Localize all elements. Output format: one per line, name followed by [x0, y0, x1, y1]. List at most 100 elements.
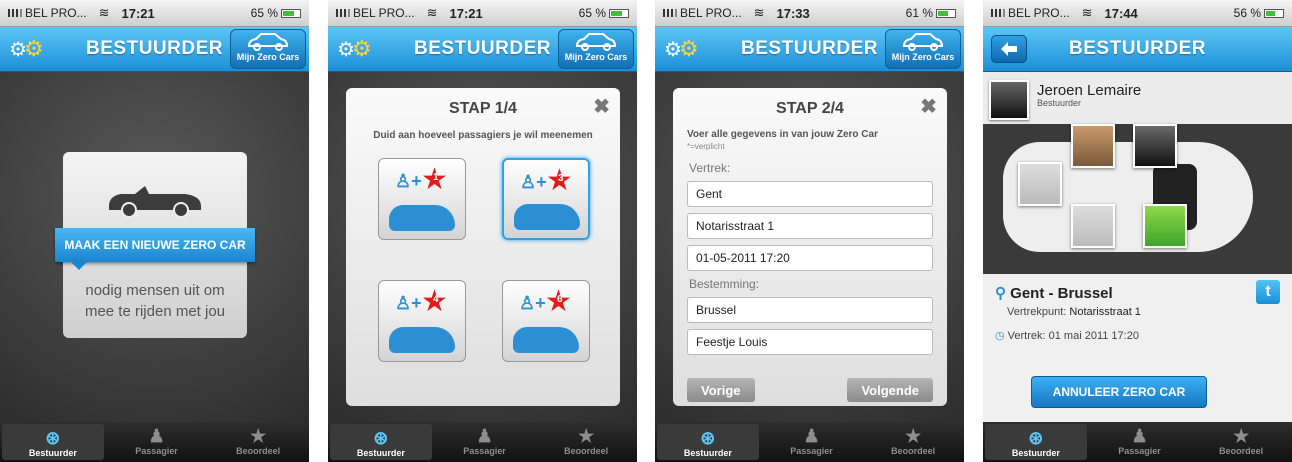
- tab-bestuurder[interactable]: ⊛ Bestuurder: [985, 424, 1087, 460]
- tab-label: Passagier: [1118, 446, 1161, 456]
- group-people-icon: ♟: [1131, 426, 1148, 446]
- departure-label: Vertrek:: [1007, 330, 1046, 342]
- driver-role: Bestuurder: [1037, 98, 1082, 108]
- new-zero-car-card[interactable]: MAAK EEN NIEUWE ZERO CAR nodig mensen ui…: [55, 152, 255, 338]
- empty-seat-avatar[interactable]: [1071, 204, 1115, 248]
- car-outline-icon: [247, 33, 289, 51]
- group-people-icon: ♟: [476, 426, 493, 446]
- tab-label: Beoordeel: [1219, 446, 1264, 456]
- clock-time: 17:21: [449, 5, 483, 21]
- new-zero-car-banner[interactable]: MAAK EEN NIEUWE ZERO CAR: [55, 228, 255, 270]
- route-text: Gent - Brussel: [1010, 285, 1113, 302]
- tab-bestuurder[interactable]: ⊛ Bestuurder: [2, 424, 104, 460]
- tab-label: Passagier: [463, 446, 506, 456]
- steering-wheel-icon: ⊛: [373, 428, 389, 448]
- tab-beoordeel[interactable]: ★ Beoordeel: [862, 422, 964, 462]
- my-zero-cars-label: Mijn Zero Cars: [891, 52, 955, 62]
- page-title: BESTUURDER: [86, 38, 223, 59]
- star-icon: ★: [578, 426, 595, 446]
- cancel-zero-car-button[interactable]: ANNULEER ZERO CAR: [1031, 376, 1207, 408]
- person-plus-icon: ♙+: [395, 171, 422, 191]
- status-bar: BEL PRO... ≋ 17:44 56 %: [983, 0, 1292, 27]
- departure-city-field[interactable]: Gent: [687, 181, 933, 207]
- wifi-icon: ≋: [98, 5, 110, 20]
- car-icon: [389, 327, 455, 353]
- back-button[interactable]: [991, 35, 1027, 63]
- battery-percent: 56 %: [1233, 6, 1261, 20]
- cartoon-passenger-avatar[interactable]: [1143, 204, 1187, 248]
- tab-passagier[interactable]: ♟ Passagier: [434, 422, 536, 462]
- screen-ride-detail: BEL PRO... ≋ 17:44 56 % BESTUURDER Jeroe…: [983, 0, 1292, 462]
- tab-label: Bestuurder: [356, 448, 405, 458]
- tab-bestuurder[interactable]: ⊛ Bestuurder: [657, 424, 759, 460]
- settings-gear-icon[interactable]: ⚙⚙: [337, 37, 372, 62]
- departure-value: 01 mai 2011 17:20: [1048, 330, 1139, 342]
- tab-label: Bestuurder: [1011, 448, 1060, 458]
- screen-step-1: BEL PRO... ≋ 17:21 65 % ⚙⚙ BESTUURDER Mi…: [328, 0, 637, 462]
- star-icon: ★: [905, 426, 922, 446]
- tab-bestuurder[interactable]: ⊛ Bestuurder: [330, 424, 432, 460]
- my-zero-cars-button[interactable]: Mijn Zero Cars: [885, 29, 961, 69]
- close-icon[interactable]: ✖: [593, 94, 610, 119]
- my-zero-cars-button[interactable]: Mijn Zero Cars: [558, 29, 634, 69]
- close-icon[interactable]: ✖: [920, 94, 937, 119]
- steering-wheel-icon: ⊛: [700, 428, 716, 448]
- carrier-name: BEL PRO...: [353, 6, 415, 20]
- my-zero-cars-button[interactable]: Mijn Zero Cars: [230, 29, 306, 69]
- battery-icon: [609, 8, 629, 18]
- tab-label: Beoordeel: [236, 446, 281, 456]
- route-title: ⚲ Gent - Brussel: [995, 284, 1113, 302]
- tab-passagier[interactable]: ♟ Passagier: [761, 422, 863, 462]
- page-title: BESTUURDER: [414, 38, 551, 59]
- option-number: 1: [433, 172, 439, 183]
- departure-datetime-field[interactable]: 01-05-2011 17:20: [687, 245, 933, 271]
- tab-beoordeel[interactable]: ★ Beoordeel: [1190, 422, 1292, 462]
- navbar: ⚙⚙ BESTUURDER Mijn Zero Cars: [328, 27, 637, 72]
- main-content: STAP 1/4 ✖ Duid aan hoeveel passagiers j…: [328, 72, 637, 422]
- next-button[interactable]: Volgende: [847, 378, 933, 402]
- tab-beoordeel[interactable]: ★ Beoordeel: [207, 422, 309, 462]
- destination-place-field[interactable]: Feestje Louis: [687, 329, 933, 355]
- option-1-passenger[interactable]: ♙+ ★ 1: [378, 158, 466, 240]
- dialog-title: STAP 2/4: [776, 100, 844, 117]
- twitter-icon[interactable]: t: [1256, 280, 1280, 304]
- settings-gear-icon[interactable]: ⚙⚙: [9, 37, 44, 62]
- option-number: 6: [557, 294, 563, 305]
- departure-street-field[interactable]: Notarisstraat 1: [687, 213, 933, 239]
- driver-name: Jeroen Lemaire: [1037, 82, 1142, 99]
- tab-passagier[interactable]: ♟ Passagier: [1089, 422, 1191, 462]
- option-3-passengers[interactable]: ♙+ ★ 3: [502, 158, 590, 240]
- destination-label: Bestemming:: [689, 277, 760, 291]
- back-arrow-icon: [1001, 42, 1017, 56]
- option-6-passengers[interactable]: ♙+ ★ 6: [502, 280, 590, 362]
- meeting-point-label: Vertrekpunt:: [1007, 306, 1067, 318]
- departure-label: Vertrek:: [689, 161, 731, 175]
- tab-label: Beoordeel: [564, 446, 609, 456]
- option-4-passengers[interactable]: ♙+ ★ 4: [378, 280, 466, 362]
- tab-passagier[interactable]: ♟ Passagier: [106, 422, 208, 462]
- tab-bar: ⊛ Bestuurder ♟ Passagier ★ Beoordeel: [983, 422, 1292, 462]
- driver-header: Jeroen Lemaire Bestuurder: [983, 72, 1292, 124]
- invite-text-line2: mee te rijden met jou: [84, 303, 226, 320]
- screen-create-zero-car: BEL PRO... ≋ 17:21 65 % ⚙⚙ BESTUURDER Mi…: [0, 0, 309, 462]
- option-number: 4: [433, 294, 439, 305]
- battery-icon: [281, 8, 301, 18]
- passenger-avatar-photo[interactable]: [1071, 124, 1115, 168]
- clock-icon: ◷: [995, 330, 1005, 342]
- page-title: BESTUURDER: [741, 38, 878, 59]
- previous-button[interactable]: Vorige: [687, 378, 755, 402]
- star-icon: ★: [250, 426, 267, 446]
- wifi-icon: ≋: [753, 5, 765, 20]
- battery-percent: 65 %: [578, 6, 606, 20]
- battery-percent: 61 %: [905, 6, 933, 20]
- tab-beoordeel[interactable]: ★ Beoordeel: [535, 422, 637, 462]
- empty-seat-avatar[interactable]: [1018, 162, 1062, 206]
- settings-gear-icon[interactable]: ⚙⚙: [664, 37, 699, 62]
- car-icon: [389, 205, 455, 231]
- star-icon: ★: [1233, 426, 1250, 446]
- driver-avatar[interactable]: [989, 80, 1029, 120]
- driver-seat-avatar[interactable]: [1133, 124, 1177, 168]
- destination-city-field[interactable]: Brussel: [687, 297, 933, 323]
- clock-time: 17:21: [121, 5, 155, 21]
- car-details-dialog: STAP 2/4 ✖ Voer alle gegevens in van jou…: [673, 88, 947, 406]
